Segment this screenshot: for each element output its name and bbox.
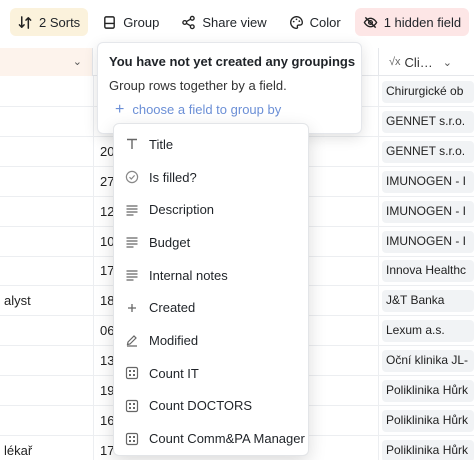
count-icon [125,432,139,446]
field-option-label: Internal notes [149,267,228,283]
sorts-label: 2 Sorts [39,14,81,30]
field-option[interactable]: Created [114,291,308,324]
field-option[interactable]: Budget [114,226,308,259]
edit-icon [125,333,139,348]
plus-icon: + [115,101,125,118]
long-text-icon [125,203,139,217]
hidden-fields-label: 1 hidden field [383,14,462,30]
clinic-tag[interactable]: Innova Healthc [382,260,474,283]
column-header-sorted[interactable]: ⌄ [0,48,93,76]
clinic-tag[interactable]: Lexum a.s. [382,320,474,343]
clinic-tag[interactable]: GENNET s.r.o. [382,110,474,133]
field-option[interactable]: Internal notes [114,259,308,292]
clinic-tag[interactable]: Oční klinika JL- [382,350,474,373]
clinic-tag[interactable]: GENNET s.r.o. [382,140,474,163]
share-label: Share view [202,14,267,30]
formula-icon: √x [389,56,401,68]
group-icon [102,15,117,30]
column-header-clinic[interactable]: √x Cli… ⌄ [378,48,474,76]
field-option-label: Count IT [149,365,199,381]
field-option-label: Title [149,136,174,152]
long-text-icon [125,268,139,282]
palette-icon [289,15,304,30]
plus-icon [125,301,139,315]
text-type-icon [125,137,139,151]
view-toolbar: 2 Sorts Group Share view Color 1 hidden … [0,0,474,44]
count-icon [125,366,139,380]
clinic-tag[interactable]: IMUNOGEN - I [382,170,474,193]
hidden-fields-button[interactable]: 1 hidden field [354,8,470,36]
field-option-label: Count Comm&PA Manager [149,431,305,447]
field-option[interactable]: Description [114,193,308,226]
sort-icon [18,15,33,30]
field-option-label: Description [149,202,215,218]
share-icon [181,15,196,30]
field-option[interactable]: Count DOCTORS [114,390,308,423]
popover-title: You have not yet created any groupings [109,54,356,69]
sorts-button[interactable]: 2 Sorts [10,8,89,36]
popover-subtitle: Group rows together by a field. [109,78,287,93]
share-view-button[interactable]: Share view [173,8,274,36]
field-option[interactable]: Is filled? [114,161,308,194]
group-popover: You have not yet created any groupings G… [97,42,362,134]
count-icon [125,399,139,413]
clinic-tag[interactable]: J&T Banka [382,290,474,313]
column-header-label: Cli… [404,54,433,70]
field-option-label: Created [149,300,196,316]
field-option-label: Count DOCTORS [149,398,253,414]
clinic-tag[interactable]: Poliklinika Hůrk [382,439,474,460]
color-label: Color [309,14,341,30]
field-option[interactable]: Modified [114,324,308,357]
clinic-tag[interactable]: Poliklinika Hůrk [382,409,474,432]
group-label: Group [123,14,160,30]
clinic-tag[interactable]: Poliklinika Hůrk [382,380,474,402]
choose-field-label: choose a field to group by [132,102,282,117]
table-cell[interactable]: alyst [4,293,31,308]
clinic-tag[interactable]: Chirurgické ob [382,81,474,103]
eye-off-icon [363,15,378,30]
field-option[interactable]: Count Comm&PA Manager [114,422,308,455]
clinic-tag[interactable]: IMUNOGEN - I [382,230,474,253]
long-text-icon [125,235,139,249]
field-option[interactable]: Count IT [114,357,308,390]
field-option-label: Budget [149,234,191,250]
table-cell[interactable]: lékař [4,443,32,458]
field-select-menu: Title Is filled? Description Budget Internal… [113,123,309,456]
field-option-label: Is filled? [149,169,197,185]
check-circle-icon [125,170,139,184]
chevron-down-icon[interactable]: ⌄ [73,55,82,68]
color-button[interactable]: Color [281,8,349,36]
group-button[interactable]: Group [94,8,167,36]
field-option[interactable]: Title [114,128,308,161]
chevron-down-icon[interactable]: ⌄ [443,56,452,69]
choose-field-link[interactable]: + choose a field to group by [115,101,282,118]
field-option-label: Modified [149,332,199,348]
clinic-tag[interactable]: IMUNOGEN - I [382,200,474,223]
